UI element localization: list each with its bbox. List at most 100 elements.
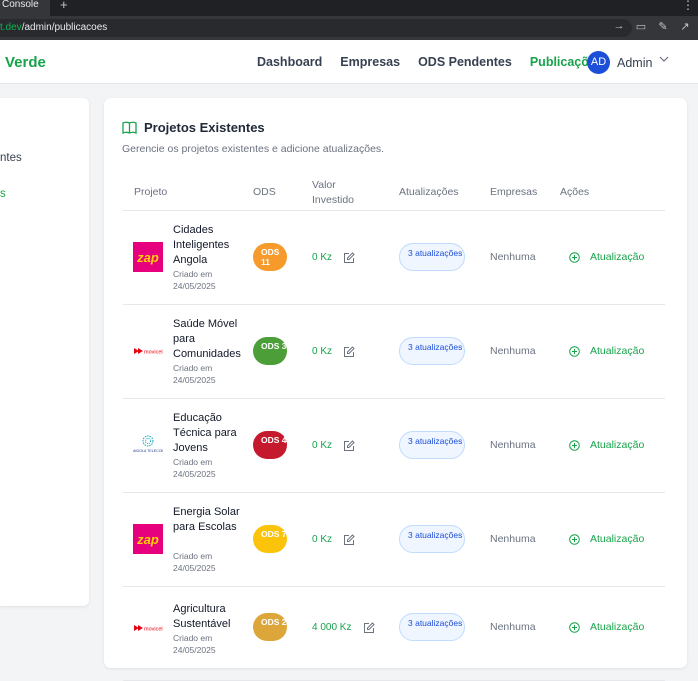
edit-icon[interactable] (343, 251, 355, 263)
url-host: t.dev (0, 22, 22, 33)
forward-arrow-icon[interactable]: → (612, 20, 626, 33)
project-created-date: Criado em 24/05/2025 (173, 633, 216, 655)
updates-count-badge[interactable]: 3 atualizações (399, 243, 465, 271)
project-name: Energia Solar para Escolas (173, 506, 240, 533)
ods-badge: ODS 11 (253, 243, 287, 271)
svg-text:zap: zap (136, 250, 159, 265)
table-row: ANGOLA TELECOM Educação Técnica para Jove… (123, 399, 665, 493)
ods-badge: ODS 3 (253, 337, 287, 365)
edit-icon[interactable] (343, 533, 355, 545)
updates-count-badge[interactable]: 3 atualizações (399, 613, 465, 641)
browser-tab-strip: Console + ⋮ (0, 0, 698, 16)
table-row: zap Energia Solar para Escolas Criado em 2… (123, 493, 665, 587)
table-row: zap Cidades Inteligentes Angola Criado em … (123, 211, 665, 305)
edit-icon[interactable] (343, 439, 355, 451)
project-name: Educação Técnica para Jovens (173, 412, 237, 454)
zap-logo: zap (133, 242, 163, 272)
projects-card: Projetos Existentes Gerencie os projetos… (104, 98, 687, 681)
col-header-atualizacoes: Atualizações (399, 186, 459, 198)
project-created-date: Criado em 24/05/2025 (173, 363, 216, 385)
nav-empresas[interactable]: Empresas (340, 55, 400, 69)
project-name: Saúde Móvel para Comunidades (173, 318, 241, 360)
svg-text:zap: zap (136, 532, 159, 547)
empresas-value: Nenhuma (490, 345, 536, 357)
project-created-date: Criado em 24/05/2025 (173, 551, 216, 573)
url-path: /admin/publicacoes (21, 22, 108, 33)
valor-investido: 0 Kz (312, 252, 333, 263)
zap-logo: zap (133, 524, 163, 554)
card-title: Projetos Existentes (122, 120, 265, 135)
user-name[interactable]: Admin (617, 56, 652, 70)
add-update-button[interactable]: Atualização (569, 251, 644, 263)
add-update-label: Atualização (590, 621, 645, 633)
table-row: movicel Agricultura Sustentável Criado em … (123, 587, 665, 681)
add-update-label: Atualização (590, 533, 645, 545)
svg-text:movicel: movicel (144, 350, 163, 356)
brand-logo-text[interactable]: Verde (5, 54, 46, 71)
add-update-button[interactable]: Atualização (569, 345, 644, 357)
plus-circle-icon (569, 621, 580, 633)
add-update-label: Atualização (590, 439, 645, 451)
ods-badge: ODS 7 (253, 525, 287, 553)
movicel-logo: movicel (133, 613, 163, 643)
empresas-value: Nenhuma (490, 439, 536, 451)
col-header-valor-investido: Valor Investido (312, 179, 355, 206)
address-bar[interactable]: t.dev/admin/publicacoes (0, 19, 632, 37)
valor-investido: 0 Kz (312, 534, 333, 545)
edit-icon[interactable] (343, 345, 355, 357)
movicel-logo: movicel (133, 336, 163, 366)
globe-logo: ANGOLA TELECOM (131, 430, 165, 460)
nav-ods-pendentes[interactable]: ODS Pendentes (418, 55, 512, 69)
address-bar-row: t.dev/admin/publicacoes → ▭ ✎ ↗ (0, 16, 698, 40)
col-header-empresas: Empresas (490, 186, 538, 198)
empresas-value: Nenhuma (490, 533, 536, 545)
nav-links: Dashboard Empresas ODS Pendentes Publica… (257, 55, 621, 69)
nav-dashboard[interactable]: Dashboard (257, 55, 322, 69)
col-header-projeto: Projeto (134, 186, 168, 198)
sidebar: ntes s (0, 98, 89, 606)
browser-menu-icon[interactable]: ⋮ (682, 0, 694, 12)
card-subtitle: Gerencie os projetos existentes e adicio… (122, 143, 385, 155)
plus-circle-icon (569, 439, 580, 451)
updates-count-badge[interactable]: 3 atualizações (399, 431, 465, 459)
cast-icon[interactable]: ▭ (634, 20, 648, 33)
updates-count-badge[interactable]: 3 atualizações (399, 337, 465, 365)
open-external-icon[interactable]: ↗ (678, 20, 692, 33)
ods-badge: ODS 2 (253, 613, 287, 641)
plus-circle-icon (569, 533, 580, 545)
valor-investido: 0 Kz (312, 440, 333, 451)
sidebar-item-projetos-existentes[interactable]: ntes (0, 152, 89, 164)
plus-circle-icon (569, 251, 580, 263)
valor-investido: 4 000 Kz (312, 622, 352, 633)
avatar[interactable]: AD (587, 51, 610, 74)
edit-icon[interactable] (363, 621, 375, 633)
ods-badge: ODS 4 (253, 431, 287, 459)
project-created-date: Criado em 24/05/2025 (173, 457, 216, 479)
add-update-button[interactable]: Atualização (569, 439, 644, 451)
plus-circle-icon (569, 345, 580, 357)
valor-investido: 0 Kz (312, 346, 333, 357)
empresas-value: Nenhuma (490, 251, 536, 263)
project-created-date: Criado em 24/05/2025 (173, 269, 216, 291)
book-icon (122, 121, 137, 134)
add-update-button[interactable]: Atualização (569, 533, 644, 545)
svg-text:ANGOLA TELECOM: ANGOLA TELECOM (133, 449, 163, 453)
col-header-acoes: Ações (560, 186, 590, 198)
add-update-label: Atualização (590, 345, 645, 357)
empresas-value: Nenhuma (490, 621, 536, 633)
browser-tab[interactable]: Console (0, 0, 50, 16)
wrench-icon[interactable]: ✎ (656, 20, 670, 33)
table-row: movicel Saúde Móvel para Comunidades Criad… (123, 305, 665, 399)
svg-text:movicel: movicel (144, 627, 163, 633)
card-title-text: Projetos Existentes (144, 120, 265, 135)
chevron-down-icon[interactable] (659, 54, 669, 67)
new-tab-button[interactable]: + (60, 0, 68, 12)
add-update-button[interactable]: Atualização (569, 621, 644, 633)
add-update-label: Atualização (590, 251, 645, 263)
address-bar-icons: → ▭ ✎ ↗ (612, 20, 692, 33)
col-header-ods: ODS (253, 186, 276, 198)
project-name: Agricultura Sustentável (173, 603, 231, 630)
sidebar-item-publicacoes[interactable]: s (0, 188, 89, 200)
updates-count-badge[interactable]: 3 atualizações (399, 525, 465, 553)
project-name: Cidades Inteligentes Angola (173, 224, 230, 266)
